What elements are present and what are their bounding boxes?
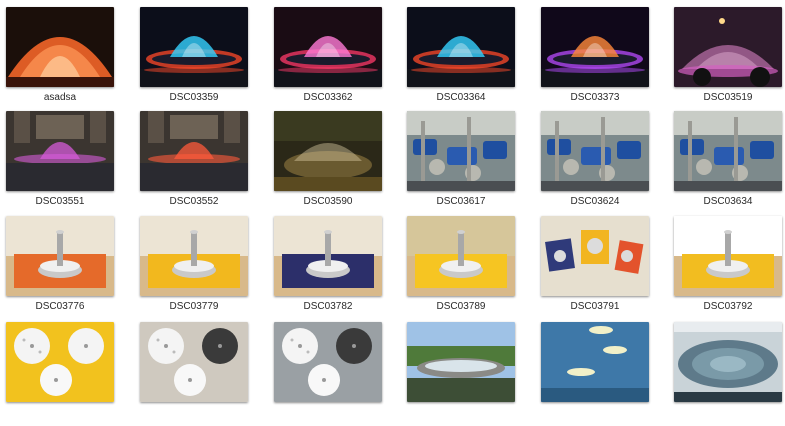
image-thumbnail[interactable] (407, 7, 515, 87)
thumbnail-grid: asadsa DSC03359 DSC03362 DSC03364 DSC033… (0, 0, 785, 413)
file-thumbnail-item[interactable] (407, 322, 541, 426)
image-thumbnail[interactable] (140, 322, 248, 402)
image-thumbnail[interactable] (274, 322, 382, 402)
image-thumbnail[interactable] (541, 7, 649, 87)
file-name-label: DSC03776 (35, 301, 85, 312)
file-name-label: asadsa (43, 92, 77, 103)
image-thumbnail[interactable] (674, 111, 782, 191)
file-thumbnail-item[interactable]: DSC03362 (274, 7, 408, 111)
file-name-label: DSC03359 (169, 92, 219, 103)
file-thumbnail-item[interactable]: DSC03782 (274, 216, 408, 320)
image-thumbnail[interactable] (274, 216, 382, 296)
file-thumbnail-item[interactable]: DSC03552 (140, 111, 274, 215)
image-thumbnail[interactable] (674, 7, 782, 87)
file-name-label: DSC03782 (303, 301, 353, 312)
file-name-label: DSC03551 (35, 196, 85, 207)
file-thumbnail-item[interactable]: DSC03617 (407, 111, 541, 215)
file-thumbnail-item[interactable]: DSC03779 (140, 216, 274, 320)
file-thumbnail-item[interactable]: DSC03791 (541, 216, 675, 320)
file-name-label: DSC03792 (703, 301, 753, 312)
file-thumbnail-item[interactable] (6, 322, 140, 426)
file-thumbnail-item[interactable]: DSC03359 (140, 7, 274, 111)
image-thumbnail[interactable] (407, 111, 515, 191)
image-thumbnail[interactable] (541, 111, 649, 191)
file-thumbnail-item[interactable]: DSC03792 (674, 216, 785, 320)
file-thumbnail-item[interactable]: DSC03789 (407, 216, 541, 320)
file-name-label: DSC03552 (169, 196, 219, 207)
file-name-label: DSC03590 (303, 196, 353, 207)
file-name-label: DSC03519 (703, 92, 753, 103)
file-thumbnail-item[interactable]: DSC03551 (6, 111, 140, 215)
file-name-label: DSC03789 (436, 301, 486, 312)
file-name-label: DSC03624 (570, 196, 620, 207)
image-thumbnail[interactable] (140, 7, 248, 87)
file-name-label: DSC03791 (570, 301, 620, 312)
file-thumbnail-item[interactable]: DSC03519 (674, 7, 785, 111)
file-name-label: DSC03779 (169, 301, 219, 312)
image-thumbnail[interactable] (541, 216, 649, 296)
image-thumbnail[interactable] (274, 111, 382, 191)
file-thumbnail-item[interactable]: DSC03776 (6, 216, 140, 320)
file-name-label: DSC03634 (703, 196, 753, 207)
image-thumbnail[interactable] (541, 322, 649, 402)
file-thumbnail-item[interactable]: DSC03634 (674, 111, 785, 215)
image-thumbnail[interactable] (674, 216, 782, 296)
file-thumbnail-item[interactable]: DSC03373 (541, 7, 675, 111)
file-thumbnail-item[interactable]: DSC03624 (541, 111, 675, 215)
file-thumbnail-item[interactable] (140, 322, 274, 426)
image-thumbnail[interactable] (140, 111, 248, 191)
file-thumbnail-item[interactable] (274, 322, 408, 426)
image-thumbnail[interactable] (674, 322, 782, 402)
image-thumbnail[interactable] (407, 216, 515, 296)
file-thumbnail-item[interactable]: DSC03364 (407, 7, 541, 111)
image-thumbnail[interactable] (274, 7, 382, 87)
image-thumbnail[interactable] (140, 216, 248, 296)
file-thumbnail-item[interactable] (541, 322, 675, 426)
image-thumbnail[interactable] (6, 111, 114, 191)
file-name-label: DSC03373 (570, 92, 620, 103)
file-thumbnail-item[interactable]: asadsa (6, 7, 140, 111)
file-thumbnail-item[interactable] (674, 322, 785, 426)
file-name-label: DSC03364 (436, 92, 486, 103)
image-thumbnail[interactable] (6, 7, 114, 87)
image-thumbnail[interactable] (6, 216, 114, 296)
file-name-label: DSC03362 (303, 92, 353, 103)
file-name-label: DSC03617 (436, 196, 486, 207)
file-thumbnail-item[interactable]: DSC03590 (274, 111, 408, 215)
image-thumbnail[interactable] (6, 322, 114, 402)
image-thumbnail[interactable] (407, 322, 515, 402)
